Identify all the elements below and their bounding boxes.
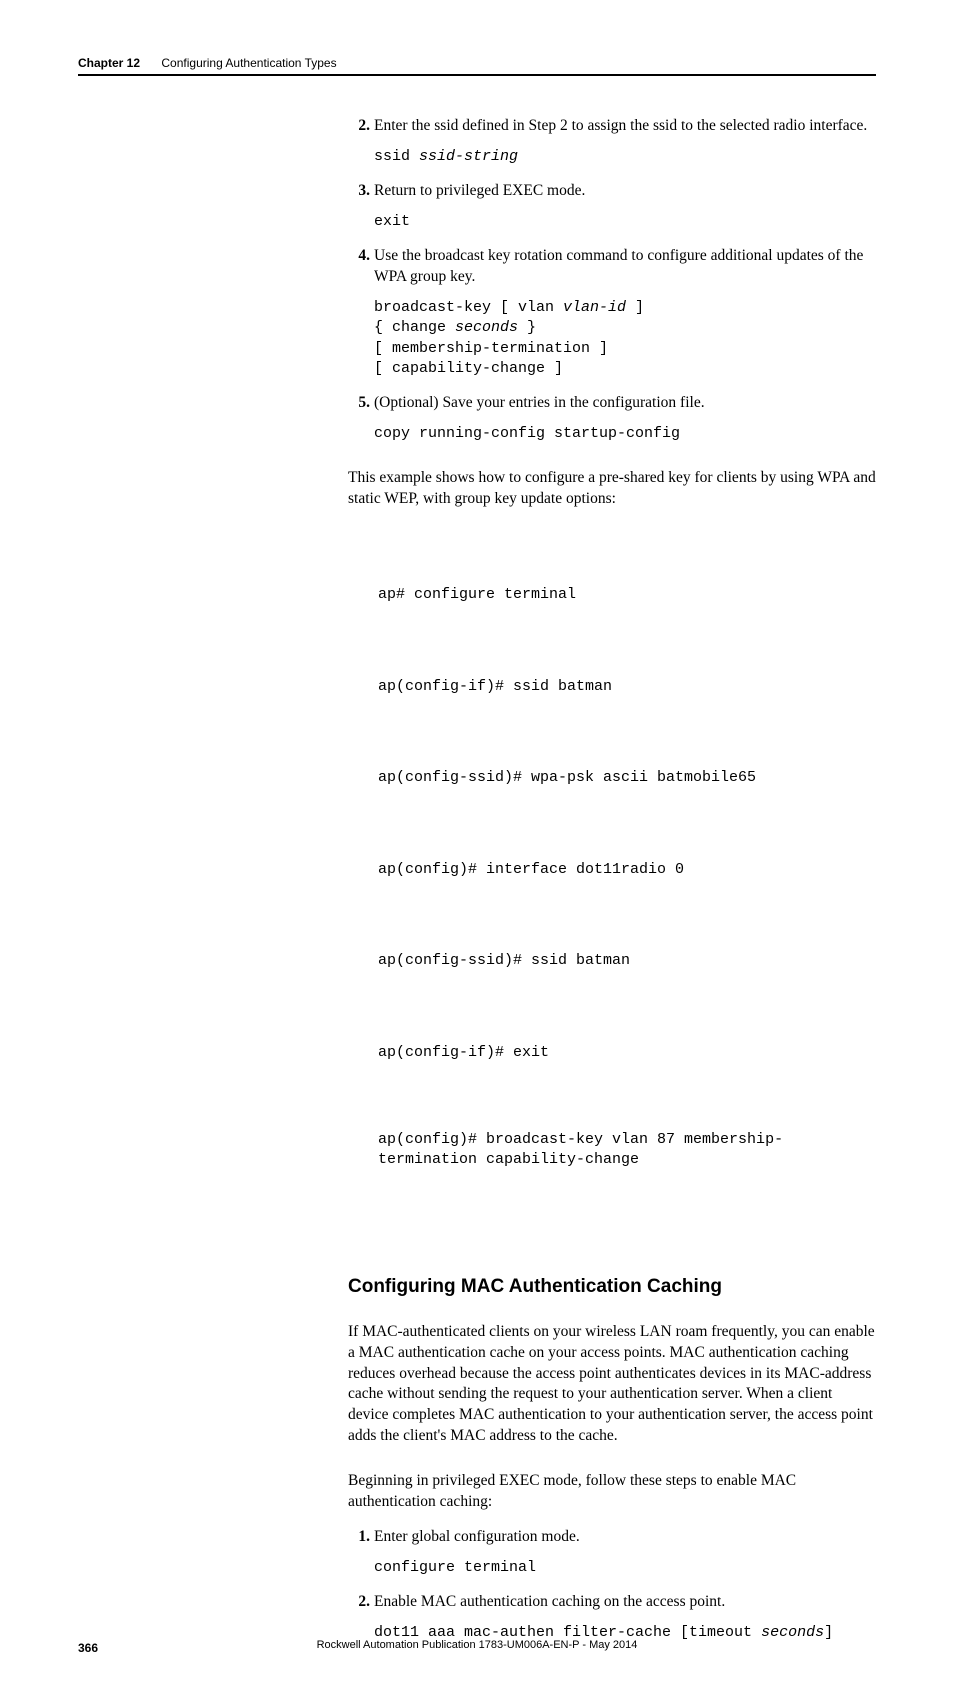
body-paragraph: Beginning in privileged EXEC mode, follo… (348, 1471, 876, 1513)
body-paragraph: If MAC-authenticated clients on your wir… (348, 1322, 876, 1448)
step-item: 2 Enable MAC authentication caching on t… (348, 1592, 876, 1643)
example-line: ap# configure terminal (378, 581, 876, 610)
step-number: 2 (348, 1592, 370, 1613)
step-item: 5 (Optional) Save your entries in the co… (348, 393, 876, 444)
header-chapter: Chapter 12 (78, 56, 140, 70)
example-intro: This example shows how to configure a pr… (348, 468, 876, 510)
step-item: 3 Return to privileged EXEC mode. exit (348, 181, 876, 232)
example-line: ap(config-ssid)# ssid batman (378, 947, 876, 976)
step-code: exit (374, 212, 876, 232)
step-number: 2 (348, 116, 370, 137)
step-number: 3 (348, 181, 370, 202)
publication-info: Rockwell Automation Publication 1783-UM0… (78, 1639, 876, 1651)
example-line: ap(config-ssid)# wpa-psk ascii batmobile… (378, 764, 876, 793)
step-code: broadcast-key [ vlan vlan-id ] { change … (374, 298, 876, 379)
section-heading: Configuring MAC Authentication Caching (348, 1276, 876, 1298)
step-text: (Optional) Save your entries in the conf… (374, 393, 876, 414)
step-code: ssid ssid-string (374, 147, 876, 167)
example-line: ap(config)# broadcast-key vlan 87 member… (378, 1130, 876, 1171)
step-text: Use the broadcast key rotation command t… (374, 246, 876, 288)
page: Chapter 12 Configuring Authentication Ty… (0, 0, 954, 1697)
page-header: Chapter 12 Configuring Authentication Ty… (78, 56, 876, 76)
step-number: 4 (348, 246, 370, 267)
example-line: ap(config)# interface dot11radio 0 (378, 856, 876, 885)
step-item: 1 Enter global configuration mode. confi… (348, 1527, 876, 1578)
step-text: Enter global configuration mode. (374, 1527, 876, 1548)
step-item: 4 Use the broadcast key rotation command… (348, 246, 876, 379)
step-text: Enter the ssid defined in Step 2 to assi… (374, 116, 876, 137)
header-title: Configuring Authentication Types (161, 56, 336, 70)
step-code: copy running-config startup-config (374, 424, 876, 444)
example-line: ap(config-if)# exit (378, 1039, 876, 1068)
example-block: ap# configure terminal ap(config-if)# ss… (378, 524, 876, 1234)
step-code: configure terminal (374, 1558, 876, 1578)
example-line: ap(config-if)# ssid batman (378, 673, 876, 702)
step-item: 2 Enter the ssid defined in Step 2 to as… (348, 116, 876, 167)
step-number: 5 (348, 393, 370, 414)
main-content: 2 Enter the ssid defined in Step 2 to as… (348, 116, 876, 1643)
page-footer: 366 Rockwell Automation Publication 1783… (78, 1639, 876, 1657)
step-text: Enable MAC authentication caching on the… (374, 1592, 876, 1613)
step-number: 1 (348, 1527, 370, 1548)
step-text: Return to privileged EXEC mode. (374, 181, 876, 202)
